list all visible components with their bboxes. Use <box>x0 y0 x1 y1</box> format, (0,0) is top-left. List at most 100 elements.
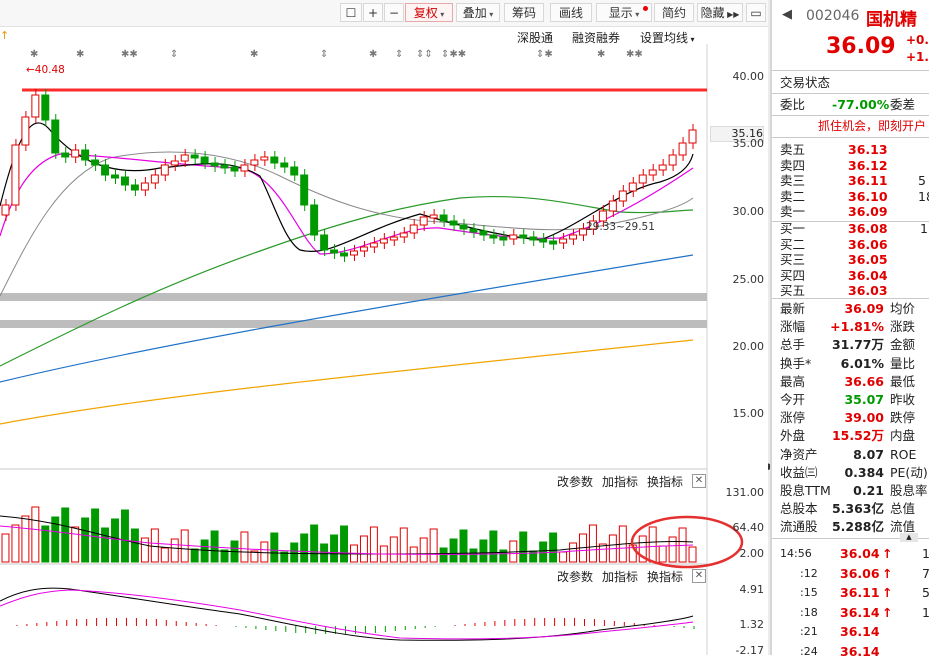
volume-bar <box>290 542 299 563</box>
stat-label-right: 最低 <box>890 373 916 389</box>
candle <box>320 234 329 251</box>
candle <box>379 238 388 244</box>
simple-button[interactable]: 简约 <box>654 3 694 22</box>
svg-text:⇕✱✱: ⇕✱✱ <box>441 49 466 60</box>
volume-bar <box>369 526 378 563</box>
candle <box>101 164 110 176</box>
draw-line-button[interactable]: 画线 <box>550 3 592 22</box>
fuquan-button[interactable]: 复权 ▾ <box>405 3 453 22</box>
close-icon[interactable]: ✕ <box>692 569 706 583</box>
volume-bar <box>330 534 339 563</box>
ask-label: 卖五 <box>780 142 806 157</box>
candle <box>140 182 149 191</box>
hide-button[interactable]: 隐藏 ▶▶ <box>697 3 743 22</box>
macd-add-indicator-link[interactable]: 加指标 <box>602 568 638 585</box>
vol-edit-params-link[interactable]: 改参数 <box>557 473 593 490</box>
candle <box>250 159 259 166</box>
bid-label: 买四 <box>780 267 806 283</box>
candle <box>678 142 687 156</box>
candle <box>469 228 478 233</box>
tick-arrow-icon: ↑ <box>882 546 893 561</box>
ask-volume: 5 <box>918 173 926 188</box>
svg-text:✱: ✱ <box>30 49 38 60</box>
window-icon[interactable]: ▭ <box>746 3 766 22</box>
volume-bar <box>459 529 468 563</box>
svg-text:✱✱: ✱✱ <box>121 49 138 60</box>
lock-icon[interactable]: ☐ <box>340 3 362 22</box>
overlay-label: 叠加 <box>462 6 487 20</box>
volume-bar <box>429 528 438 563</box>
tick-time: :21 <box>800 625 818 638</box>
tick-time: :12 <box>800 566 818 580</box>
stat-label-right: 金额 <box>890 337 916 353</box>
volume-bar <box>668 536 677 563</box>
volume-bar <box>598 543 607 563</box>
vol-switch-indicator-link[interactable]: 换指标 <box>647 473 683 490</box>
stat-label-right: 总值 <box>890 501 916 517</box>
close-icon[interactable]: ✕ <box>692 474 706 488</box>
volume-bar <box>489 530 498 563</box>
candle <box>41 94 50 121</box>
volume-bar <box>41 525 50 563</box>
open-account-link[interactable]: 抓住机会，即刻开户 <box>818 118 926 135</box>
volume-bar <box>658 545 667 563</box>
weibi-value: -77.00% <box>832 97 890 112</box>
candle <box>350 250 358 256</box>
up-arrow-icon: ↑ <box>0 29 9 42</box>
candle <box>240 164 249 172</box>
volume-bar <box>439 547 448 563</box>
tick-time: :15 <box>800 586 818 599</box>
stat-value: 15.52万 <box>831 428 884 444</box>
bid-price: 36.05 <box>848 252 888 267</box>
display-button[interactable]: 显示 ▾ <box>596 3 652 22</box>
candle <box>389 236 398 241</box>
svg-text:⇕: ⇕ <box>395 49 403 60</box>
zoom-out-icon[interactable]: − <box>384 3 404 22</box>
candle <box>549 240 558 245</box>
ask-price: 36.11 <box>848 173 888 188</box>
double-right-arrow-icon: ▶▶ <box>724 10 740 19</box>
chouma-button[interactable]: 筹码 <box>504 3 544 22</box>
stat-label: 流通股 <box>780 519 818 535</box>
bid-price: 36.06 <box>848 236 888 252</box>
volume-bar <box>150 528 159 563</box>
tick-volume: 1 <box>922 546 929 561</box>
candle <box>529 236 538 241</box>
volume-bar <box>569 542 578 563</box>
candle <box>608 200 617 212</box>
stat-value: 0.21 <box>853 483 884 498</box>
svg-text:✱: ✱ <box>597 49 605 60</box>
stat-value: 5.363亿 <box>831 501 884 517</box>
candle <box>280 162 289 168</box>
candle <box>270 156 279 164</box>
candle <box>21 116 30 146</box>
candle <box>130 184 139 191</box>
kline-chart[interactable]: ✱ ✱ ✱✱ ⇕ ✱ ⇕ ✱ ⇕ ⇕⇕ ⇕✱✱ ⇕✱ ✱ ✱✱ ↑ <box>0 26 768 655</box>
volume-bar <box>170 538 179 563</box>
candle <box>210 162 219 167</box>
zoom-in-icon[interactable]: + <box>363 3 383 22</box>
macd-switch-indicator-link[interactable]: 换指标 <box>647 568 683 585</box>
overlay-button[interactable]: 叠加 ▾ <box>456 3 500 22</box>
candle <box>618 190 627 202</box>
stat-value: 8.07 <box>853 446 884 462</box>
tick-volume: 5 <box>922 585 929 600</box>
stat-label: 收益㈢ <box>780 464 818 480</box>
volume-bar <box>469 548 478 563</box>
volume-bar <box>91 508 100 563</box>
prev-stock-icon[interactable]: ◀ <box>782 7 792 22</box>
ask-label: 卖四 <box>780 157 806 173</box>
vol-add-indicator-link[interactable]: 加指标 <box>602 473 638 490</box>
stat-label-right: 内盘 <box>890 428 916 444</box>
tick-time: 14:56 <box>780 547 812 560</box>
ask-volume: 18 <box>918 188 929 204</box>
candle <box>71 149 80 158</box>
macd-edit-params-link[interactable]: 改参数 <box>557 568 593 585</box>
volume-bar <box>200 539 209 563</box>
volume-bar <box>519 531 528 563</box>
volume-bar <box>140 537 149 563</box>
volume-bar <box>539 541 548 563</box>
tick-time: :18 <box>800 605 818 619</box>
stat-label: 涨幅 <box>780 319 806 335</box>
stat-label: 股息TTM <box>780 483 831 498</box>
